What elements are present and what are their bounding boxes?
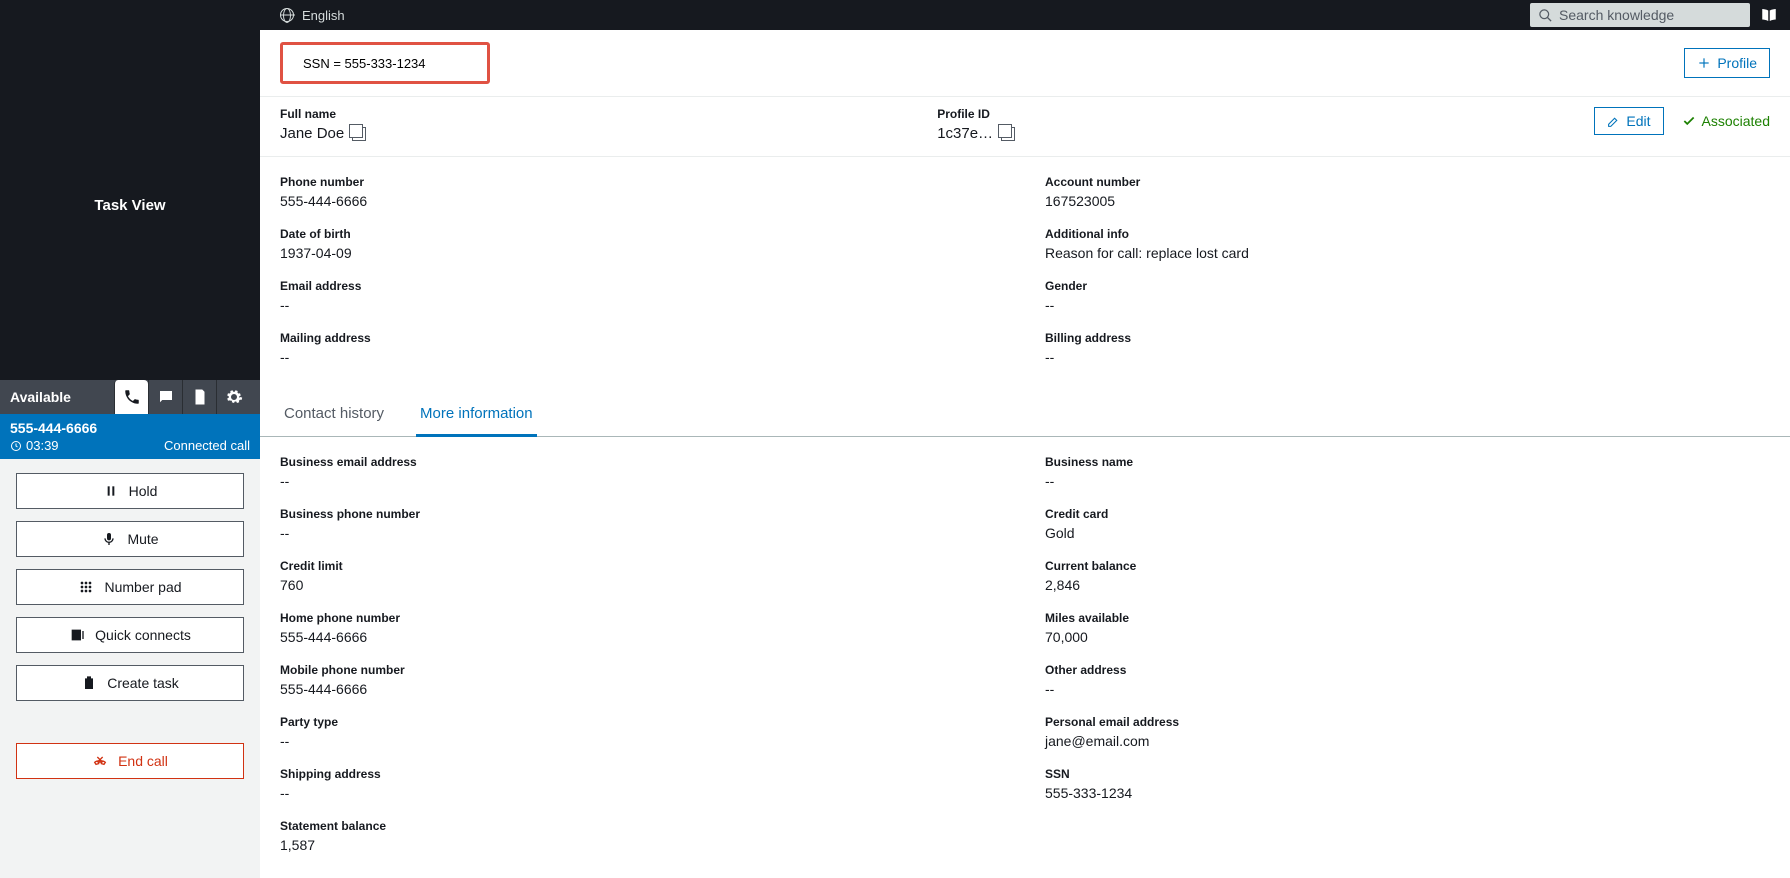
quick-connects-button[interactable]: Quick connects <box>16 617 244 653</box>
copy-icon[interactable] <box>1001 127 1015 141</box>
agent-status-bar: Available <box>0 380 260 414</box>
profile-search-highlight <box>280 42 490 84</box>
profile-search-input[interactable] <box>287 49 483 77</box>
edit-button[interactable]: Edit <box>1594 107 1663 135</box>
field-profileid: Profile ID 1c37e… <box>937 107 1574 142</box>
call-duration: 03:39 <box>10 438 59 453</box>
field-fullname: Full name Jane Doe <box>280 107 917 142</box>
mic-icon <box>101 531 117 547</box>
add-profile-button[interactable]: Profile <box>1684 48 1770 78</box>
end-call-button[interactable]: End call <box>16 743 244 779</box>
profile-search-row: Profile <box>260 30 1790 97</box>
language-selector[interactable]: English <box>280 8 345 23</box>
call-controls: Hold Mute Number pad Quick connects Crea… <box>0 459 260 878</box>
agent-status[interactable]: Available <box>10 389 71 405</box>
profile-details: Phone number555-444-6666 Account number1… <box>260 157 1790 395</box>
pencil-icon <box>1607 115 1620 128</box>
clipboard-icon <box>81 675 97 691</box>
associated-badge: Associated <box>1682 113 1770 129</box>
tab-more-information[interactable]: More information <box>416 395 537 437</box>
mute-button[interactable]: Mute <box>16 521 244 557</box>
language-label: English <box>302 8 345 23</box>
profile-actions: Edit Associated <box>1594 107 1770 135</box>
knowledge-search-input[interactable]: Search knowledge <box>1530 3 1750 27</box>
pause-icon <box>103 483 119 499</box>
globe-icon <box>280 8 294 22</box>
task-channel-tab[interactable] <box>182 380 216 414</box>
hold-button[interactable]: Hold <box>16 473 244 509</box>
knowledge-icon[interactable] <box>1760 6 1778 24</box>
profile-header: Full name Jane Doe Profile ID 1c37e… Edi… <box>260 97 1790 157</box>
number-pad-button[interactable]: Number pad <box>16 569 244 605</box>
more-information-section: Business email address-- Business name--… <box>260 437 1790 871</box>
active-call-bar: 555-444-6666 03:39 Connected call <box>0 414 260 459</box>
profile-tabs: Contact history More information <box>260 395 1790 437</box>
create-task-button[interactable]: Create task <box>16 665 244 701</box>
dialpad-icon <box>78 579 94 595</box>
contacts-icon <box>69 627 85 643</box>
settings-tab[interactable] <box>216 380 250 414</box>
check-icon <box>1682 114 1696 128</box>
main-content: Profile Full name Jane Doe Profile ID 1c… <box>260 30 1790 878</box>
top-header: English Search knowledge <box>0 0 1790 30</box>
hangup-icon <box>92 753 108 769</box>
copy-icon[interactable] <box>352 127 366 141</box>
tab-contact-history[interactable]: Contact history <box>280 395 388 437</box>
call-state: Connected call <box>164 438 250 453</box>
clock-icon <box>10 440 22 452</box>
profile-search-field[interactable] <box>303 56 479 71</box>
caller-number: 555-444-6666 <box>10 420 97 436</box>
search-icon <box>1538 8 1553 23</box>
plus-icon <box>1697 56 1711 70</box>
task-view-label: Task View <box>0 30 260 380</box>
chat-channel-tab[interactable] <box>148 380 182 414</box>
voice-channel-tab[interactable] <box>114 380 148 414</box>
agent-side-panel: Task View Available 555-444-6666 03:39 <box>0 30 260 878</box>
search-placeholder: Search knowledge <box>1559 7 1674 23</box>
